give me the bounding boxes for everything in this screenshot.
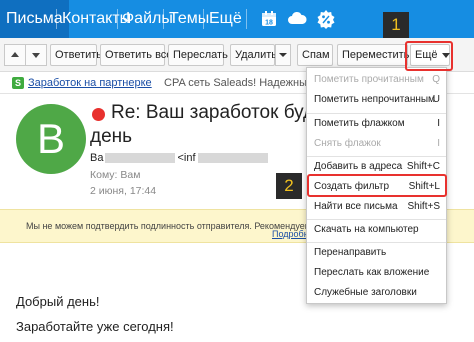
- menu-item-label: Снять флажок: [314, 138, 381, 149]
- message-body-line: Заработайте уже сегодня!: [16, 319, 174, 334]
- menu-item-label: Пометить прочитанным: [314, 74, 424, 85]
- menu-item-flag[interactable]: Пометить флажком I: [307, 115, 446, 133]
- nav-divider: [203, 9, 204, 29]
- menu-item-service-headers[interactable]: Служебные заголовки: [307, 284, 446, 302]
- menu-item-label: Пометить непрочитанным: [314, 94, 435, 105]
- ad-link[interactable]: Заработок на партнерке: [28, 72, 152, 93]
- arrow-up-icon: [11, 52, 19, 57]
- forward-button[interactable]: Переслать: [168, 44, 228, 66]
- menu-item-shortcut: I: [437, 118, 440, 129]
- sender-name: Ba: [90, 152, 104, 164]
- menu-divider: [307, 113, 446, 114]
- menu-item-shortcut: Q: [432, 74, 440, 85]
- menu-item-download[interactable]: Скачать на компьютер: [307, 221, 446, 239]
- reply-button[interactable]: Ответить: [50, 44, 102, 66]
- move-button-label: Переместить: [342, 49, 410, 61]
- delete-button[interactable]: Удалить: [230, 44, 277, 66]
- redacted-block: [105, 153, 176, 164]
- sender-avatar: B: [16, 104, 86, 174]
- menu-item-shortcut: Shift+S: [407, 201, 440, 212]
- nav-divider: [163, 9, 164, 29]
- menu-item-shortcut: U: [432, 94, 440, 105]
- menu-item-forward-as-attachment[interactable]: Переслать как вложение: [307, 264, 446, 282]
- chevron-down-icon: [279, 53, 287, 57]
- menu-item-shortcut: I: [437, 138, 440, 149]
- redacted-block: [197, 153, 268, 164]
- menu-item-label: Пометить флажком: [314, 118, 405, 129]
- unread-indicator-icon[interactable]: [92, 108, 105, 121]
- step-2-badge: 2: [276, 173, 302, 199]
- menu-item-label: Найти все письма: [314, 201, 398, 212]
- nav-divider: [246, 9, 247, 29]
- calendar-day: 18: [265, 20, 273, 27]
- message-subject: Re: Ваш заработок будет со: [111, 102, 359, 123]
- menu-divider: [307, 156, 446, 157]
- menu-item-label: Перенаправить: [314, 247, 387, 258]
- nav-item-contacts[interactable]: Контакты: [62, 0, 131, 38]
- create-filter-highlight: [307, 174, 447, 197]
- menu-item-mark-unread[interactable]: Пометить непрочитанным U: [307, 91, 446, 109]
- more-button-highlight: [405, 41, 453, 71]
- message-subject-continued: день: [90, 126, 133, 147]
- menu-item-label: Скачать на компьютер: [314, 224, 419, 235]
- step-1-badge: 1: [383, 12, 409, 38]
- menu-item-label: Переслать как вложение: [314, 267, 430, 278]
- nav-divider: [56, 9, 57, 29]
- nav-divider: [117, 9, 118, 29]
- previous-message-button[interactable]: [4, 44, 26, 66]
- menu-divider: [307, 219, 446, 220]
- reply-all-button[interactable]: Ответить всем: [100, 44, 180, 66]
- calendar-icon[interactable]: 18: [259, 9, 279, 29]
- sender-email: <inf: [177, 152, 196, 164]
- nav-item-more[interactable]: Ещё: [209, 0, 242, 38]
- nav-item-files[interactable]: Файлы: [122, 0, 173, 38]
- cloud-icon[interactable]: [287, 9, 307, 29]
- move-button[interactable]: Переместить: [337, 44, 422, 66]
- warning-details-link[interactable]: Подробн: [272, 229, 309, 239]
- discount-icon[interactable]: [316, 9, 336, 29]
- arrow-down-icon: [32, 53, 40, 58]
- message-body-line: Добрый день!: [16, 294, 100, 309]
- next-message-button[interactable]: [25, 44, 47, 66]
- ad-logo-icon: S: [12, 77, 24, 89]
- spam-button[interactable]: Спам: [297, 44, 333, 66]
- menu-divider: [307, 242, 446, 243]
- menu-item-find-all[interactable]: Найти все письма Shift+S: [307, 198, 446, 216]
- menu-item-redirect[interactable]: Перенаправить: [307, 244, 446, 262]
- delete-options-button[interactable]: [275, 44, 291, 66]
- menu-item-unflag[interactable]: Снять флажок I: [307, 135, 446, 153]
- sender-line[interactable]: Ba <inf: [90, 152, 270, 164]
- message-date: 2 июня, 17:44: [90, 185, 157, 197]
- nav-item-mail[interactable]: Письма: [0, 0, 69, 38]
- menu-item-label: Служебные заголовки: [314, 287, 417, 298]
- menu-item-mark-read[interactable]: Пометить прочитанным Q: [307, 71, 446, 89]
- recipient-line: Кому: Вам: [90, 169, 141, 181]
